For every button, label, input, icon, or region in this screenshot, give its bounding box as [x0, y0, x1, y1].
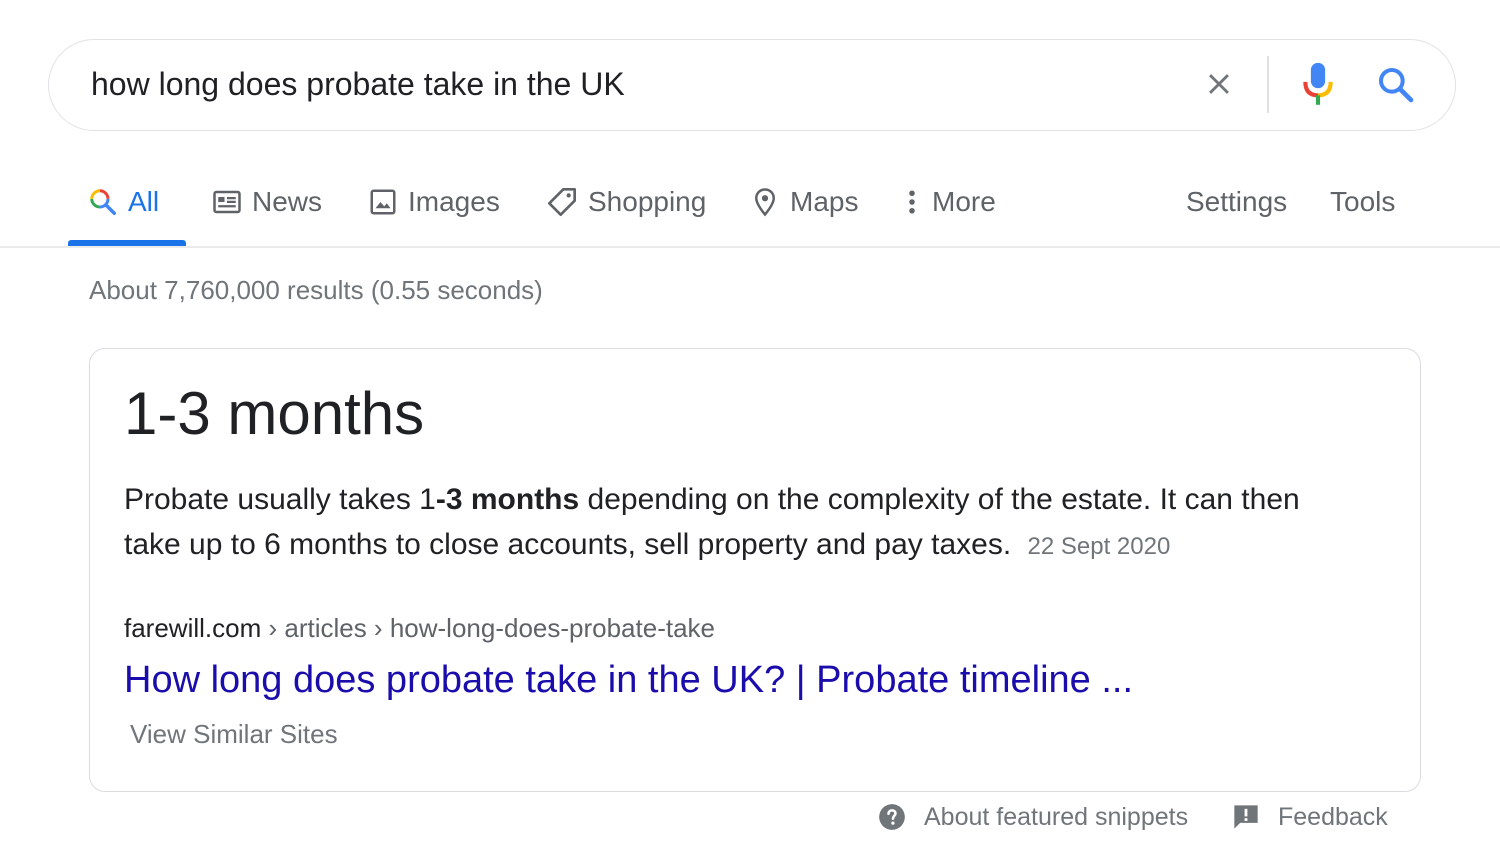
settings-link[interactable]: Settings [1186, 160, 1287, 244]
feedback-icon [1232, 803, 1260, 831]
tab-maps[interactable]: Maps [750, 160, 858, 244]
tab-label: Shopping [588, 186, 707, 217]
tag-icon [546, 186, 578, 218]
search-input[interactable] [91, 40, 1171, 128]
about-featured-snippets-label: About featured snippets [924, 802, 1189, 831]
result-title-link[interactable]: How long does probate take in the UK? | … [124, 659, 1133, 702]
result-site: farewill.com [124, 613, 262, 643]
tab-all[interactable]: All [88, 160, 159, 244]
more-vertical-icon [902, 187, 922, 217]
search-box [48, 39, 1456, 131]
search-submit-button[interactable] [1371, 60, 1421, 110]
tab-label: Images [408, 186, 500, 217]
featured-snippet: 1-3 months Probate usually takes 1-3 mon… [89, 348, 1421, 792]
view-similar-sites-link[interactable]: View Similar Sites [130, 719, 338, 750]
mic-icon [1303, 62, 1333, 105]
result-stats: About 7,760,000 results (0.55 seconds) [89, 275, 543, 305]
news-icon [212, 187, 242, 217]
tab-shopping[interactable]: Shopping [546, 160, 706, 244]
tab-news[interactable]: News [212, 160, 322, 244]
search-tabs: All News Images Shopping Maps More Setti… [0, 160, 1500, 248]
tab-label: News [252, 186, 323, 217]
about-featured-snippets-link[interactable]: About featured snippets [878, 798, 1188, 836]
snippet-text-start: Probate usually takes 1 [124, 483, 436, 516]
image-icon [368, 187, 398, 217]
tab-images[interactable]: Images [368, 160, 500, 244]
close-icon [1209, 74, 1229, 94]
tab-label: Maps [790, 186, 859, 217]
result-breadcrumb: › articles › how-long-does-probate-take [261, 613, 716, 643]
snippet-date: 22 Sept 2020 [1027, 533, 1171, 560]
clear-search-button[interactable] [1195, 60, 1243, 108]
tab-more[interactable]: More [902, 160, 996, 244]
help-icon [878, 803, 906, 831]
tab-label: All [128, 186, 160, 217]
feedback-link[interactable]: Feedback [1232, 798, 1388, 836]
tools-link[interactable]: Tools [1330, 160, 1395, 244]
search-icon [1379, 68, 1414, 103]
tab-label: More [932, 186, 996, 217]
result-url[interactable]: farewill.com › articles › how-long-does-… [124, 613, 715, 644]
snippet-description: Probate usually takes 1-3 months dependi… [124, 477, 1364, 569]
feedback-label: Feedback [1278, 802, 1388, 831]
snippet-highlight: -3 months [435, 483, 580, 516]
search-divider [1267, 56, 1269, 113]
voice-search-button[interactable] [1293, 60, 1343, 110]
map-pin-icon [750, 186, 780, 218]
snippet-answer: 1-3 months [124, 380, 425, 447]
tabs-divider [0, 246, 1500, 248]
search-icon [88, 187, 118, 217]
